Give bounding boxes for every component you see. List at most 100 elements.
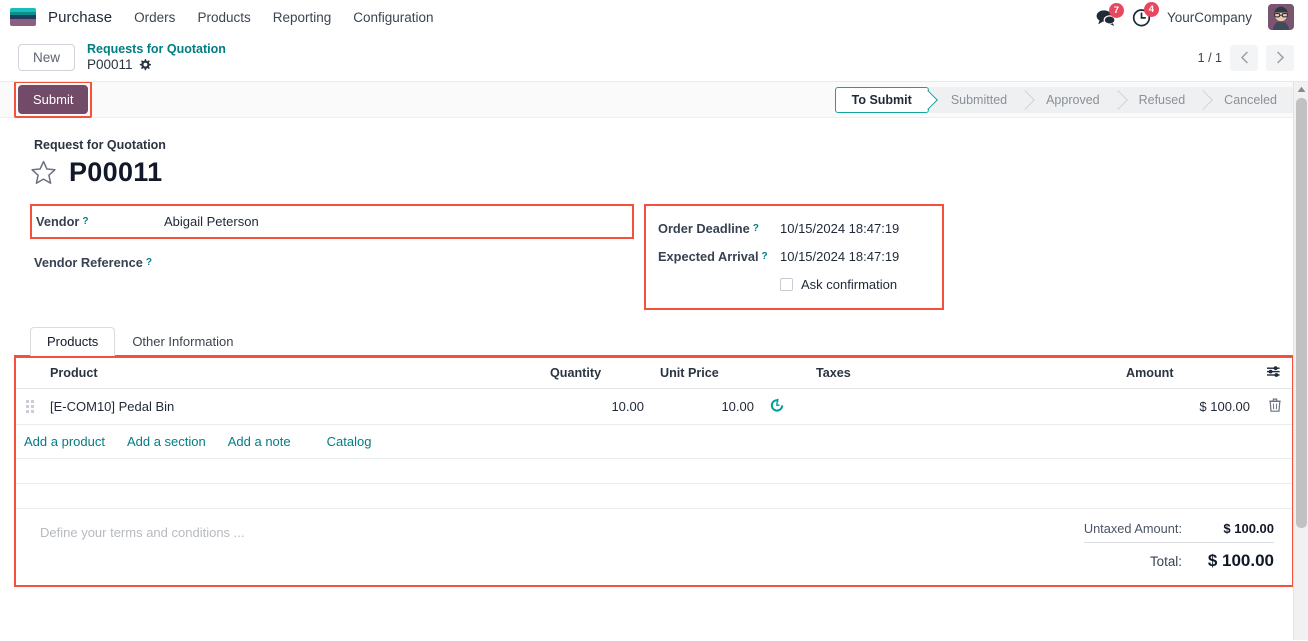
odoo-logo[interactable] — [10, 8, 36, 26]
help-icon[interactable]: ? — [146, 257, 152, 268]
company-name[interactable]: YourCompany — [1167, 10, 1252, 25]
vendor-reference-group: Vendor Reference ? — [30, 247, 634, 278]
catalog-link[interactable]: Catalog — [327, 434, 372, 449]
menu-item-products[interactable]: Products — [197, 10, 250, 25]
row-drag-handle-cell — [16, 388, 42, 425]
field-vendor-reference: Vendor Reference ? — [34, 249, 630, 275]
menu-item-orders[interactable]: Orders — [134, 10, 175, 25]
row-product[interactable]: [E-COM10] Pedal Bin — [42, 388, 542, 425]
row-quantity[interactable]: 10.00 — [542, 388, 652, 425]
reset-price-icon[interactable] — [770, 398, 784, 412]
gear-icon[interactable] — [139, 59, 151, 71]
new-button[interactable]: New — [18, 44, 76, 71]
tab-other-information[interactable]: Other Information — [115, 327, 250, 356]
help-icon[interactable]: ? — [82, 216, 88, 227]
row-amount: $ 100.00 — [1118, 388, 1258, 425]
status-step-to-submit[interactable]: To Submit — [834, 86, 929, 113]
drag-handle-icon[interactable] — [24, 400, 34, 413]
field-groups: Vendor ? Abigail Peterson Vendor Referen… — [14, 204, 1294, 310]
tab-products[interactable]: Products — [30, 327, 116, 356]
header-unit-price[interactable]: Unit Price — [652, 358, 762, 389]
field-order-deadline: Order Deadline ? 10/15/2024 18:47:19 — [658, 214, 932, 242]
expected-arrival-label: Expected Arrival ? — [658, 248, 768, 264]
app-name[interactable]: Purchase — [48, 9, 112, 26]
status-step-submitted[interactable]: Submitted — [928, 86, 1025, 113]
vendor-reference-input[interactable] — [162, 254, 282, 270]
header-amount[interactable]: Amount — [1118, 358, 1258, 389]
order-deadline-value[interactable]: 10/15/2024 18:47:19 — [780, 221, 899, 236]
row-unit-price[interactable]: 10.00 — [652, 388, 762, 425]
right-field-group: Order Deadline ? 10/15/2024 18:47:19 Exp… — [644, 204, 944, 310]
record-pager: 1 / 1 — [1197, 44, 1294, 71]
chevron-right-icon[interactable] — [1266, 44, 1294, 71]
table-header-row: Product Quantity Unit Price Taxes Amount — [16, 358, 1292, 389]
total-value: $ 100.00 — [1207, 551, 1274, 570]
add-links-cell: Add a product Add a section Add a note C… — [16, 424, 1292, 459]
menu-item-reporting[interactable]: Reporting — [273, 10, 332, 25]
status-bar: To Submit Submitted Approved Refused Can… — [834, 86, 1294, 113]
row-taxes[interactable] — [808, 388, 1118, 425]
totals-divider — [1084, 542, 1274, 543]
total-row: Total: $ 100.00 — [1032, 549, 1274, 573]
vendor-value[interactable]: Abigail Peterson — [164, 214, 259, 229]
record-title-row: P00011 — [30, 157, 1294, 188]
header-reset — [762, 358, 808, 389]
breadcrumb-bar: New Requests for Quotation P00011 1 / 1 — [0, 34, 1308, 82]
vendor-label: Vendor ? — [36, 213, 89, 229]
order-lines-table: Product Quantity Unit Price Taxes Amount — [16, 358, 1292, 509]
help-icon[interactable]: ? — [753, 223, 759, 234]
chat-bubble-icon[interactable]: 7 — [1096, 2, 1124, 26]
main-menu: Orders Products Reporting Configuration — [134, 10, 433, 25]
form-sheet: Request for Quotation P00011 Vendor ? Ab… — [0, 118, 1308, 640]
trash-icon[interactable] — [1269, 398, 1281, 412]
help-icon[interactable]: ? — [762, 251, 768, 262]
add-a-product-link[interactable]: Add a product — [24, 434, 105, 449]
status-step-approved[interactable]: Approved — [1024, 86, 1117, 113]
column-options-icon[interactable] — [1258, 358, 1292, 389]
submit-button[interactable]: Submit — [18, 85, 89, 114]
total-label: Total: — [1149, 554, 1182, 569]
vendor-field-highlight: Vendor ? Abigail Peterson — [30, 204, 634, 239]
order-lines-header: Product Quantity Unit Price Taxes Amount — [16, 358, 1292, 389]
chevron-left-icon[interactable] — [1230, 44, 1258, 71]
untaxed-amount-value: $ 100.00 — [1223, 521, 1274, 536]
scroll-up-icon[interactable] — [1294, 82, 1308, 96]
field-expected-arrival: Expected Arrival ? 10/15/2024 18:47:19 — [658, 242, 932, 270]
vendor-reference-label: Vendor Reference ? — [34, 254, 152, 270]
status-step-canceled[interactable]: Canceled — [1202, 86, 1294, 113]
top-navbar: Purchase Orders Products Reporting Confi… — [0, 0, 1308, 34]
row-add-links: Add a product Add a section Add a note C… — [16, 424, 1292, 459]
header-quantity[interactable]: Quantity — [542, 358, 652, 389]
lines-footer: Define your terms and conditions ... Unt… — [16, 509, 1292, 585]
menu-item-configuration[interactable]: Configuration — [353, 10, 433, 25]
breadcrumb-current: P00011 — [87, 57, 226, 73]
breadcrumb-parent-link[interactable]: Requests for Quotation — [87, 42, 226, 56]
header-taxes[interactable]: Taxes — [808, 358, 1118, 389]
scrollbar-thumb[interactable] — [1296, 98, 1307, 528]
control-panel: Submit To Submit Submitted Approved Refu… — [0, 82, 1308, 118]
dates-field-highlight: Order Deadline ? 10/15/2024 18:47:19 Exp… — [644, 204, 944, 310]
submit-highlight: Submit — [14, 82, 93, 118]
terms-and-conditions-input[interactable]: Define your terms and conditions ... — [26, 519, 1032, 540]
add-a-note-link[interactable]: Add a note — [228, 434, 291, 449]
ask-confirmation-label[interactable]: Ask confirmation — [801, 277, 897, 292]
star-outline-icon[interactable] — [30, 160, 57, 186]
pager-value: 1 / 1 — [1197, 50, 1222, 65]
breadcrumb-current-label: P00011 — [87, 57, 133, 73]
vertical-scrollbar[interactable] — [1293, 82, 1308, 640]
header-product[interactable]: Product — [42, 358, 542, 389]
form-view: Submit To Submit Submitted Approved Refu… — [0, 82, 1308, 640]
expected-arrival-value[interactable]: 10/15/2024 18:47:19 — [780, 249, 899, 264]
notebook: Products Other Information — [14, 326, 1294, 356]
status-step-refused[interactable]: Refused — [1116, 86, 1203, 113]
ask-confirmation-checkbox[interactable] — [780, 277, 793, 291]
page-title: P00011 — [69, 157, 163, 187]
order-lines-highlight: Product Quantity Unit Price Taxes Amount — [14, 355, 1294, 587]
row-reset-cell — [762, 388, 808, 425]
clock-icon[interactable]: 4 — [1132, 1, 1159, 27]
table-row[interactable]: [E-COM10] Pedal Bin 10.00 10.00 $ 100.00 — [16, 388, 1292, 425]
add-a-section-link[interactable]: Add a section — [127, 434, 206, 449]
messages-badge: 7 — [1108, 2, 1124, 18]
field-vendor: Vendor ? Abigail Peterson — [36, 208, 628, 234]
avatar[interactable] — [1268, 4, 1294, 30]
